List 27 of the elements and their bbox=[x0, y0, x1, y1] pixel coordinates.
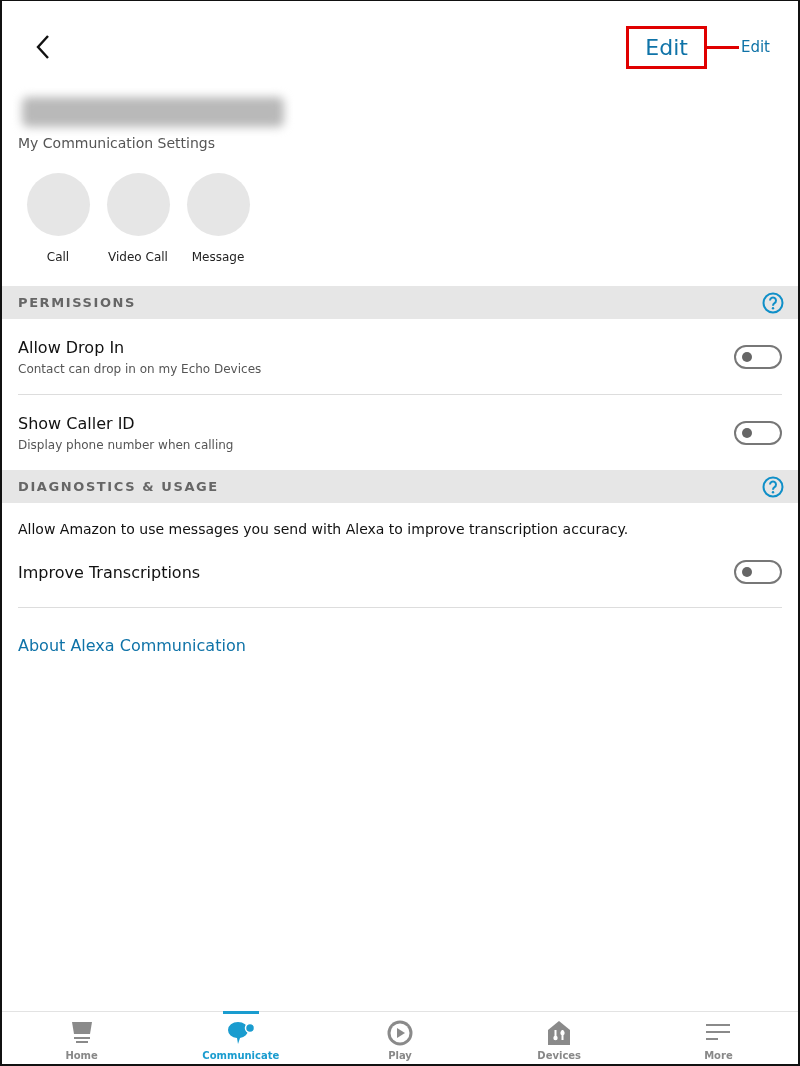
callout-label: Edit bbox=[740, 38, 770, 56]
edit-button[interactable]: Edit bbox=[645, 34, 688, 60]
setting-description: Contact can drop in on my Echo Devices bbox=[18, 361, 262, 376]
section-description: Allow Amazon to use messages you send with Alexa to improve transcription accuracy. bbox=[17, 520, 630, 537]
action-label: Call bbox=[46, 250, 70, 264]
section-title: PERMISSIONS bbox=[18, 295, 137, 310]
nav-tab[interactable]: Devices bbox=[479, 1012, 639, 1064]
smart-home-icon bbox=[546, 1020, 573, 1046]
nav-tab[interactable]: Communicate bbox=[161, 1012, 321, 1064]
play-icon bbox=[387, 1020, 413, 1046]
action-label: Message bbox=[191, 250, 245, 264]
setting-description: Display phone number when calling bbox=[18, 437, 234, 452]
nav-tab[interactable]: Home bbox=[2, 1012, 162, 1064]
nav-tab[interactable]: More bbox=[638, 1012, 798, 1064]
section-title: DIAGNOSTICS & USAGE bbox=[18, 479, 219, 494]
nav-tab[interactable]: Play bbox=[320, 1012, 480, 1064]
help-icon[interactable] bbox=[762, 291, 784, 314]
setting-title: Show Caller ID bbox=[18, 413, 136, 433]
setting-title: Improve Transcriptions bbox=[18, 562, 201, 582]
toggle-switch[interactable] bbox=[734, 420, 782, 445]
toggle-switch[interactable] bbox=[734, 344, 782, 369]
toggle-switch[interactable] bbox=[734, 560, 782, 584]
help-icon[interactable] bbox=[762, 475, 784, 498]
action-label: Video Call bbox=[108, 250, 168, 264]
setting-title: Allow Drop In bbox=[18, 337, 126, 357]
about-link[interactable]: About Alexa Communication bbox=[18, 636, 246, 655]
page-subtitle: My Communication Settings bbox=[18, 135, 217, 151]
